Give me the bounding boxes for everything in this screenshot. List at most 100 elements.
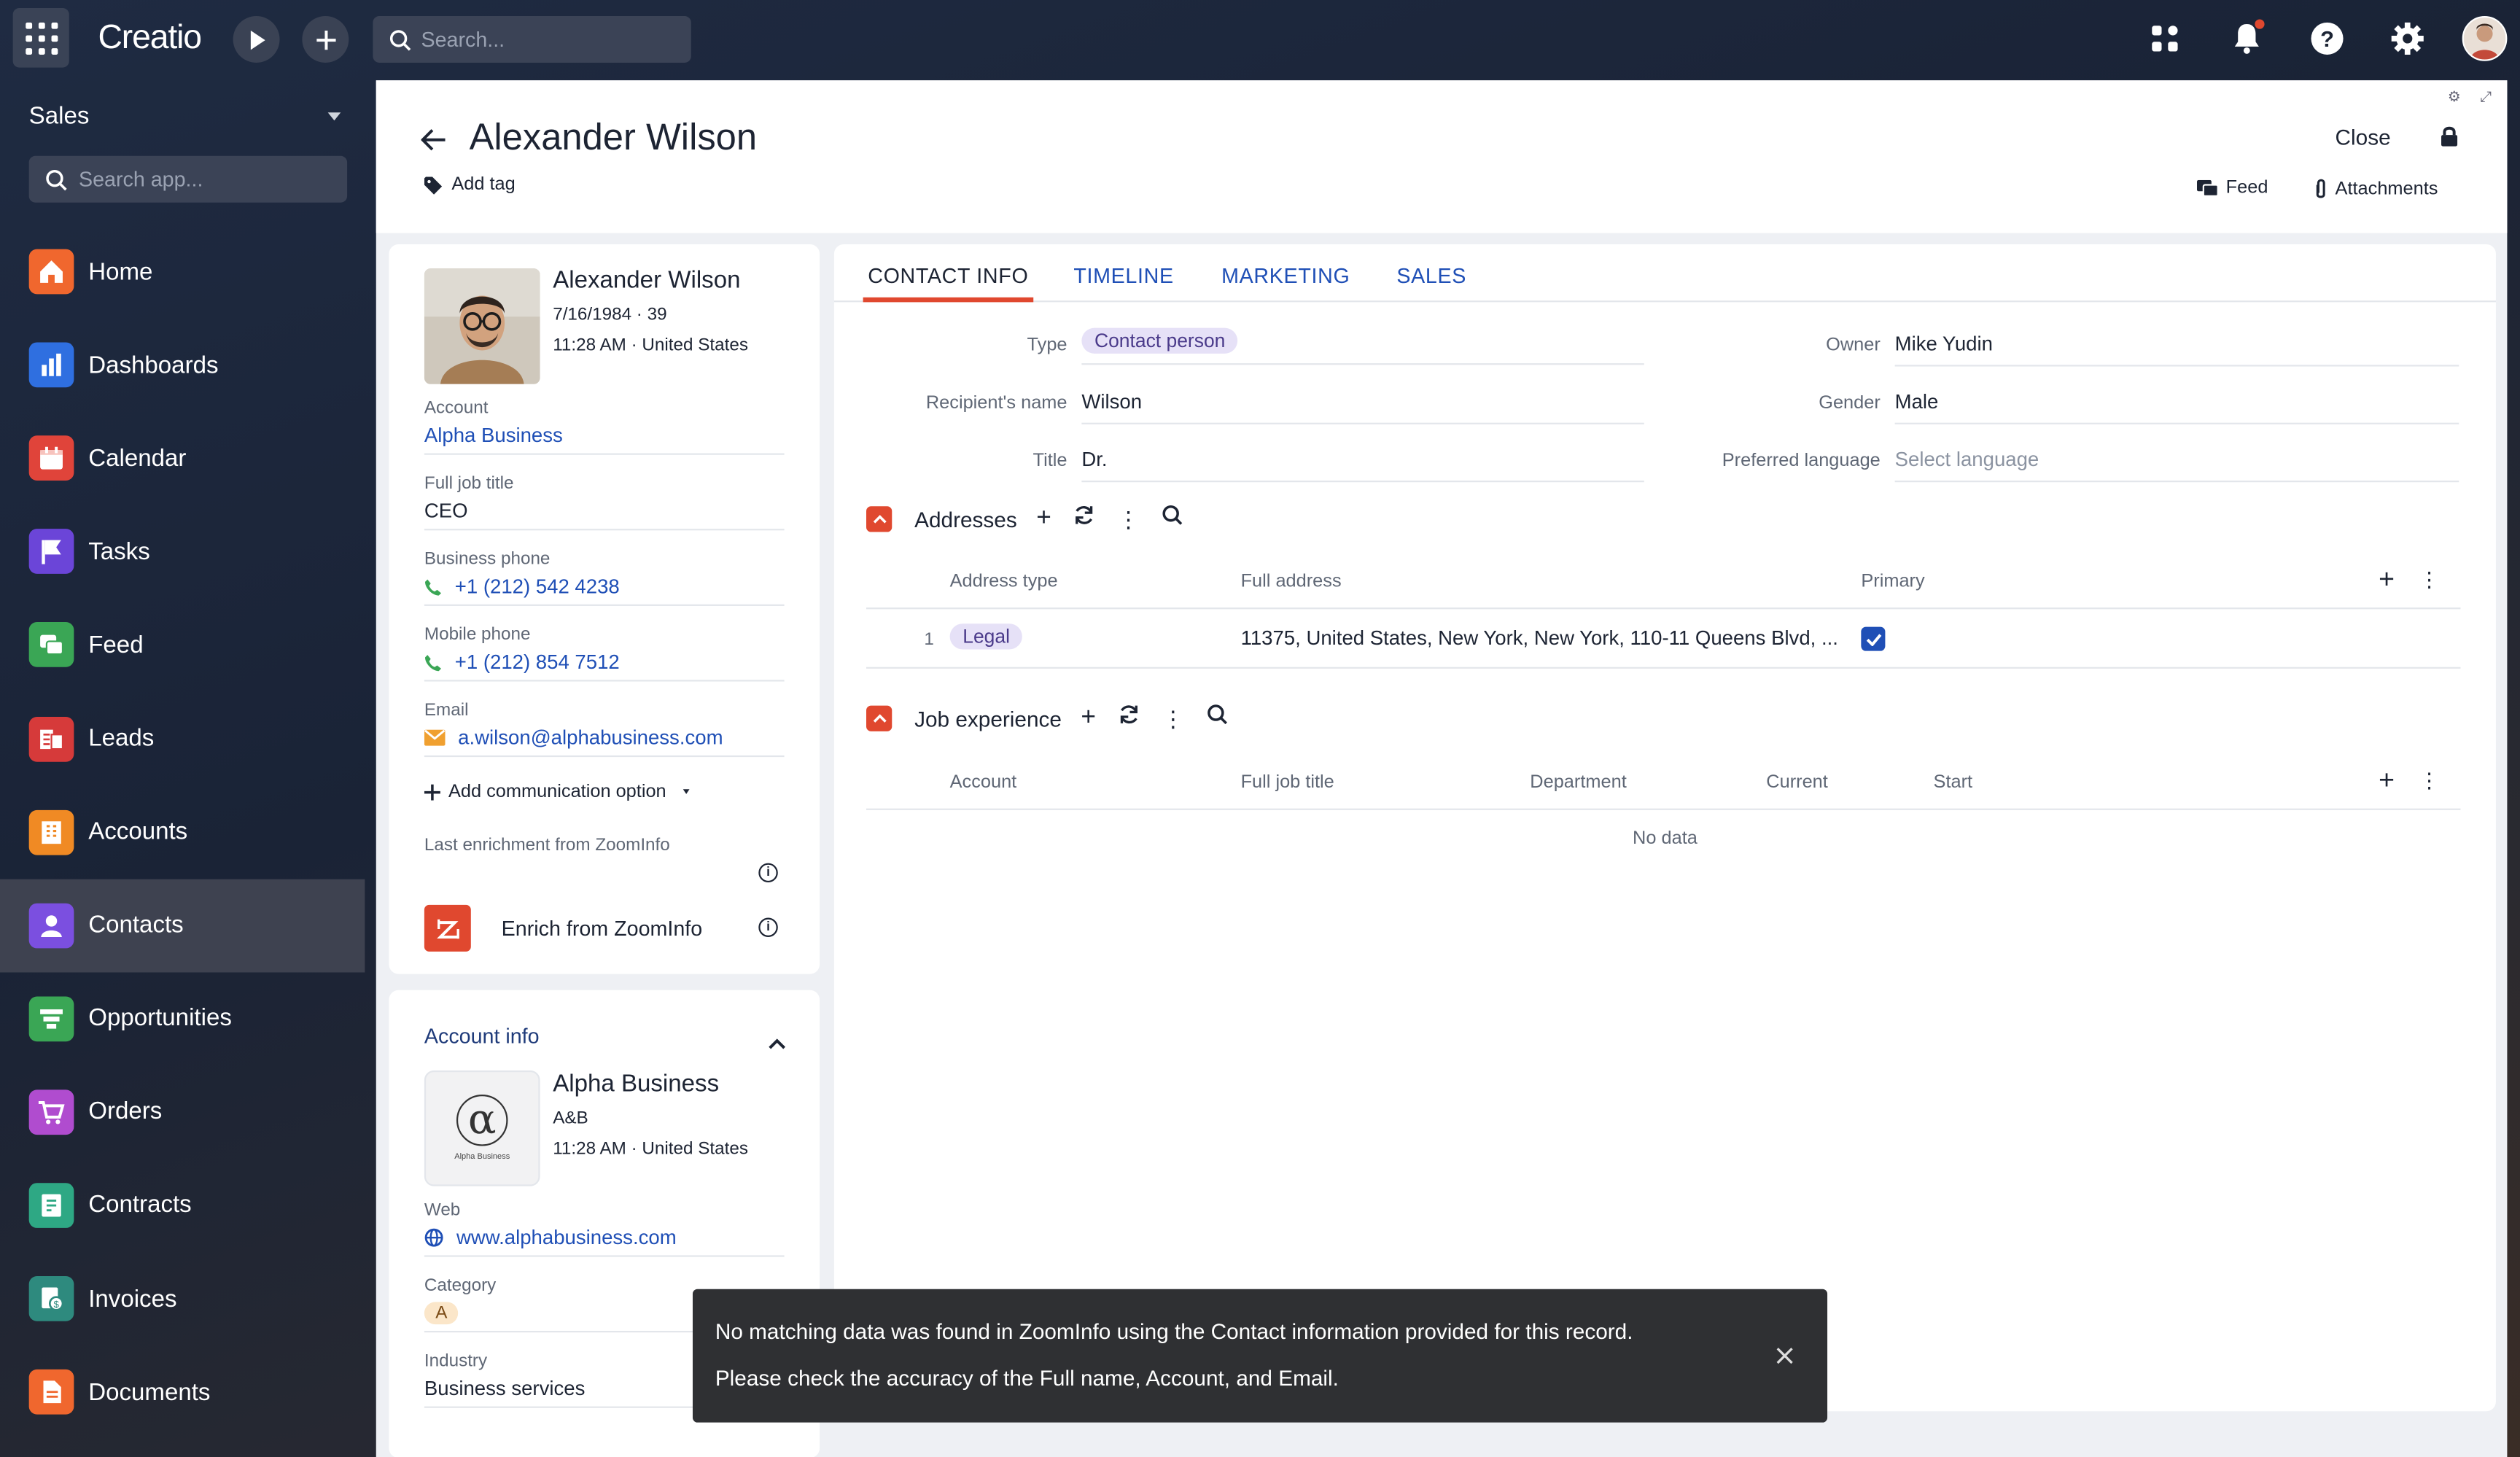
title-value[interactable]: Dr.	[1081, 446, 1644, 483]
tab-sales[interactable]: SALES	[1396, 263, 1466, 287]
account-info-title[interactable]: Account info	[424, 1024, 540, 1048]
sidebar-item-calendar[interactable]: Calendar	[0, 412, 365, 505]
add-tag-button[interactable]: Add tag	[424, 175, 516, 195]
sidebar-item-home[interactable]: Home	[0, 225, 365, 319]
type-chip[interactable]: Contact person	[1081, 327, 1239, 354]
collapse-icon[interactable]	[866, 506, 892, 532]
business-phone-value[interactable]: +1 (212) 542 4238	[455, 575, 620, 598]
plus-icon[interactable]: +	[1036, 505, 1051, 534]
cart-icon	[28, 1089, 74, 1135]
email-value[interactable]: a.wilson@alphabusiness.com	[458, 726, 723, 749]
full-address-value[interactable]: 11375, United States, New York, New York…	[1241, 627, 1838, 650]
column-current[interactable]: Current	[1766, 773, 1828, 792]
preferred-language-input[interactable]: Select language	[1894, 446, 2459, 483]
column-account[interactable]: Account	[950, 773, 1017, 792]
account-logo[interactable]: α Alpha Business	[424, 1070, 540, 1186]
column-full-address[interactable]: Full address	[1241, 572, 1342, 591]
search-icon[interactable]	[1162, 505, 1183, 534]
recipient-name-value[interactable]: Wilson	[1081, 387, 1644, 424]
tab-timeline[interactable]: TIMELINE	[1073, 263, 1173, 287]
last-enrichment-label: Last enrichment from ZoomInfo	[424, 836, 670, 855]
more-vertical-icon[interactable]: ⋮	[2419, 769, 2440, 794]
global-search-input[interactable]: Search...	[373, 16, 691, 63]
business-phone-row[interactable]: +1 (212) 542 4238	[424, 575, 785, 605]
mobile-phone-value[interactable]: +1 (212) 854 7512	[455, 651, 620, 674]
user-avatar[interactable]	[2462, 16, 2508, 61]
workspace-selector[interactable]: Sales	[29, 103, 90, 130]
expand-icon[interactable]: ⤢	[2480, 88, 2511, 104]
run-process-button[interactable]	[233, 16, 280, 63]
sidebar-item-opportunities[interactable]: Opportunities	[0, 972, 365, 1065]
sidebar-item-documents[interactable]: Documents	[0, 1345, 365, 1439]
settings-gear-icon[interactable]	[2388, 19, 2427, 58]
sidebar-item-contracts[interactable]: Contracts	[0, 1159, 365, 1252]
mobile-phone-row[interactable]: +1 (212) 854 7512	[424, 651, 785, 680]
apps-icon[interactable]	[2145, 19, 2184, 58]
job-title-value[interactable]: CEO	[424, 500, 785, 529]
plus-icon[interactable]: +	[1081, 704, 1096, 733]
settings-small-icon[interactable]: ⚙	[2448, 88, 2480, 104]
sidebar-item-tasks[interactable]: Tasks	[0, 505, 365, 599]
notifications-bell-icon[interactable]	[2228, 19, 2266, 58]
column-full-job-title[interactable]: Full job title	[1241, 773, 1334, 792]
account-link[interactable]: Alpha Business	[424, 424, 785, 454]
info-icon[interactable]: i	[758, 917, 778, 937]
collapse-icon[interactable]	[866, 705, 892, 731]
globe-icon[interactable]	[424, 1228, 443, 1247]
attachments-button[interactable]: Attachments	[2314, 179, 2438, 200]
gender-value[interactable]: Male	[1894, 387, 2459, 424]
back-arrow-icon[interactable]	[420, 125, 446, 159]
web-value[interactable]: www.alphabusiness.com	[456, 1227, 677, 1249]
tab-contact-info[interactable]: CONTACT INFO	[868, 263, 1028, 287]
info-icon[interactable]: i	[758, 863, 778, 883]
refresh-icon[interactable]	[1119, 704, 1140, 733]
close-button[interactable]: Close	[2336, 125, 2391, 149]
column-address-type[interactable]: Address type	[950, 572, 1058, 591]
close-icon[interactable]	[1776, 1344, 1794, 1373]
table-row[interactable]: 1 Legal 11375, United States, New York, …	[866, 611, 2461, 669]
sidebar-item-orders[interactable]: Orders	[0, 1065, 365, 1159]
contact-photo[interactable]	[424, 268, 540, 384]
more-vertical-icon[interactable]: ⋮	[1162, 704, 1184, 731]
column-primary[interactable]: Primary	[1861, 572, 1924, 591]
web-row[interactable]: www.alphabusiness.com	[424, 1227, 785, 1256]
app-launcher-icon[interactable]	[12, 8, 69, 68]
lock-icon[interactable]	[2440, 125, 2459, 156]
phone-icon[interactable]	[424, 653, 442, 671]
chevron-up-icon[interactable]	[769, 1029, 786, 1058]
envelope-icon[interactable]	[424, 729, 446, 746]
plus-icon[interactable]: +	[2379, 765, 2395, 797]
more-vertical-icon[interactable]: ⋮	[2419, 567, 2440, 593]
primary-checkbox[interactable]	[1861, 626, 1886, 651]
more-vertical-icon[interactable]: ⋮	[1117, 505, 1140, 532]
chevron-down-icon[interactable]	[327, 112, 341, 121]
job-title-label: Full job title	[424, 474, 514, 494]
refresh-icon[interactable]	[1074, 505, 1095, 534]
type-field[interactable]: Contact person	[1081, 327, 1644, 365]
sidebar-item-feed[interactable]: Feed	[0, 599, 365, 692]
phone-icon[interactable]	[424, 578, 442, 595]
enrich-from-zoominfo-button[interactable]: Enrich from ZoomInfo	[502, 916, 703, 940]
column-department[interactable]: Department	[1530, 773, 1626, 792]
logo: Creatio	[98, 19, 202, 57]
sidebar-item-accounts[interactable]: Accounts	[0, 785, 365, 879]
web-label: Web	[424, 1200, 461, 1220]
plus-icon[interactable]: +	[2379, 564, 2395, 597]
address-type-chip[interactable]: Legal	[949, 623, 1023, 650]
owner-link[interactable]: Mike Yudin	[1894, 330, 2459, 367]
feed-button[interactable]: Feed	[2197, 179, 2268, 198]
add-button[interactable]	[302, 16, 349, 63]
app-search-input[interactable]: Search app...	[28, 155, 348, 203]
help-icon[interactable]: ?	[2308, 19, 2346, 58]
sidebar-item-dashboards[interactable]: Dashboards	[0, 319, 365, 412]
tab-marketing[interactable]: MARKETING	[1221, 263, 1350, 287]
zoominfo-logo-icon[interactable]	[424, 904, 471, 952]
column-start[interactable]: Start	[1934, 773, 1973, 792]
add-communication-option-button[interactable]: Add communication option	[424, 782, 697, 802]
sidebar-item-invoices[interactable]: $ Invoices	[0, 1252, 365, 1345]
sidebar-item-leads[interactable]: Leads	[0, 692, 365, 785]
owner-label: Owner	[1826, 335, 1881, 356]
search-icon[interactable]	[1207, 704, 1228, 733]
email-row[interactable]: a.wilson@alphabusiness.com	[424, 726, 785, 755]
sidebar-item-contacts[interactable]: Contacts	[0, 878, 365, 972]
